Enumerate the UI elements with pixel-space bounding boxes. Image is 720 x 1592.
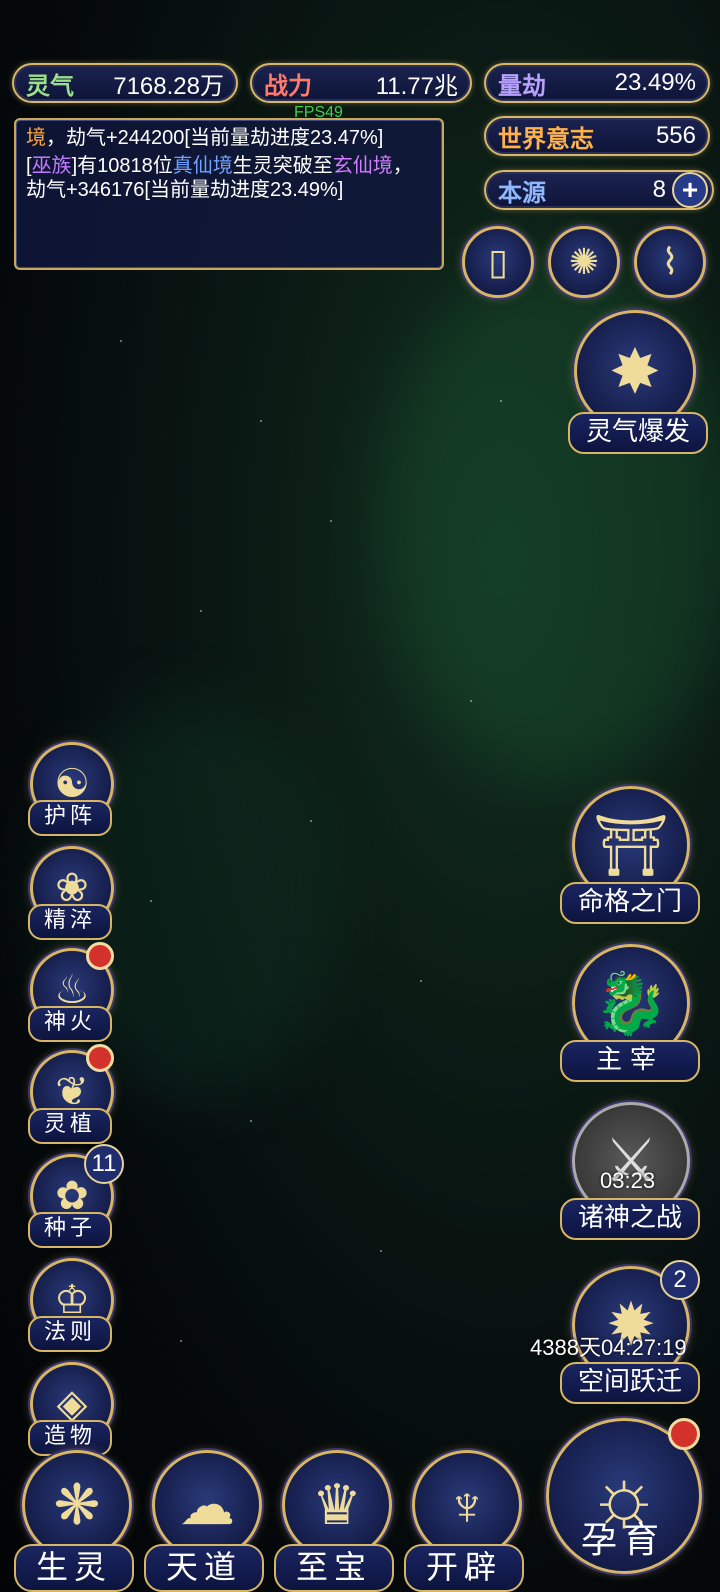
gods-war-button[interactable]: ⚔ 03:23 诸神之战: [560, 1102, 700, 1242]
yunyu-label: 孕育: [580, 1520, 665, 1561]
notification-dot: [668, 1418, 700, 1450]
zhanli-label: 战力: [264, 70, 312, 100]
lingqi-label: 灵气: [26, 70, 74, 100]
liangjie-pill[interactable]: 量劫 23.49%: [484, 63, 710, 103]
notification-dot: [86, 1044, 114, 1072]
yunyu-button[interactable]: ☼ 孕育: [540, 1418, 710, 1586]
menu-shen-huo[interactable]: ♨ 神火: [28, 942, 116, 1044]
notification-dot: [86, 942, 114, 970]
log-entry: 境，劫气+244200[当前量劫进度23.47%]: [26, 127, 384, 149]
lingqi-value: 7168.28万: [113, 72, 224, 100]
add-benyuan-button[interactable]: +: [672, 172, 708, 208]
world-will-label: 世界意志: [498, 123, 594, 153]
menu-fa-ze[interactable]: ♔ 法则: [28, 1258, 116, 1354]
liangjie-value: 23.49%: [614, 69, 696, 96]
benyuan-value: 8: [652, 176, 666, 203]
lingqi-burst-button[interactable]: ✸ 灵气爆发: [568, 310, 708, 454]
gods-war-timer: 03:23: [600, 1168, 656, 1193]
zhanli-value: 11.77兆: [375, 72, 458, 100]
tab-zhi-bao[interactable]: ♛ 至宝: [274, 1450, 394, 1592]
space-leap-badge: 2: [660, 1260, 700, 1300]
tab-tian-dao[interactable]: ☁ 天道: [144, 1450, 264, 1592]
menu-zao-wu[interactable]: ◈ 造物: [28, 1362, 116, 1458]
event-log-panel[interactable]: 境，劫气+244200[当前量劫进度23.47%] [巫族]有10818位真仙境…: [14, 118, 444, 270]
tab-kai-pi[interactable]: ♆ 开辟: [404, 1450, 524, 1592]
log-entry: [巫族]有10818位真仙境生灵突破至玄仙境，劫气+346176[当前量劫进度2…: [26, 155, 413, 201]
master-button[interactable]: 🐉 主宰: [560, 944, 700, 1084]
tab-sheng-ling[interactable]: ❋ 生灵: [14, 1450, 134, 1592]
benyuan-label: 本源: [498, 177, 546, 207]
menu-hu-zhen[interactable]: ☯ 护阵: [28, 742, 116, 838]
fate-gate-button[interactable]: ⛩ 命格之门: [560, 786, 700, 926]
swirl-icon[interactable]: ✺: [548, 226, 620, 298]
cards-icon[interactable]: ▯: [462, 226, 534, 298]
lingqi-pill: 灵气 7168.28万: [12, 63, 238, 103]
scroll-icon[interactable]: ⌇: [634, 226, 706, 298]
world-will-value: 556: [655, 122, 696, 149]
space-leap-timer: 4388天04:27:19: [530, 1335, 687, 1360]
menu-jing-cui[interactable]: ❀ 精淬: [28, 846, 116, 942]
lingqi-burst-label: 灵气爆发: [568, 412, 708, 454]
benyuan-pill: 本源 8 +: [484, 170, 714, 210]
liangjie-label: 量劫: [498, 70, 546, 100]
zhanli-pill: 战力 11.77兆: [250, 63, 472, 103]
menu-zhong-zi[interactable]: ✿ 11 种子: [28, 1144, 124, 1250]
world-will-pill[interactable]: 世界意志 556: [484, 116, 710, 156]
seed-count-badge: 11: [84, 1144, 124, 1184]
menu-ling-zhi[interactable]: ❦ 灵植: [28, 1044, 116, 1146]
